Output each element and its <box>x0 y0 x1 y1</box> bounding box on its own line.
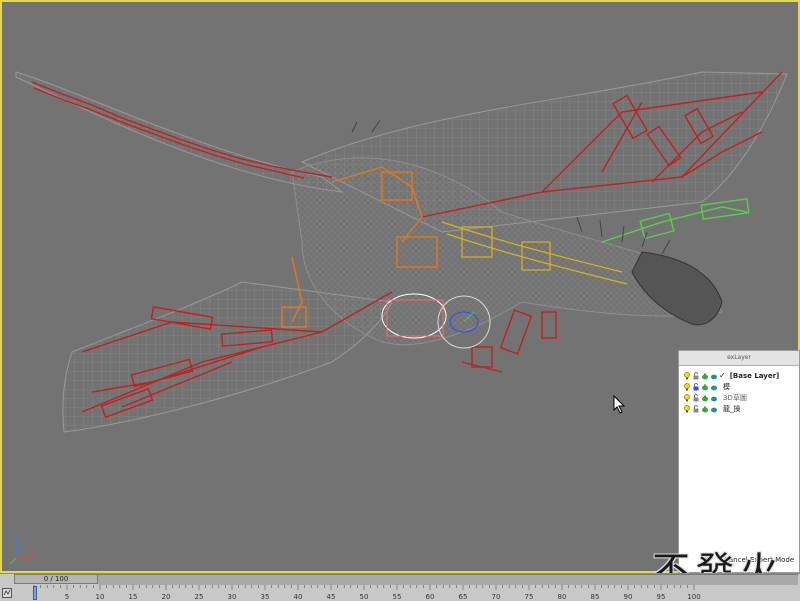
layer-name: [Base Layer] <box>729 371 780 380</box>
time-slider-thumb[interactable] <box>33 586 37 600</box>
time-slider-frame[interactable]: 0 / 100 <box>14 574 98 584</box>
time-slider-track[interactable] <box>98 574 798 585</box>
lock-icon[interactable] <box>692 371 700 380</box>
teapot-icon[interactable] <box>701 394 709 402</box>
layer-name: 模 <box>723 382 730 391</box>
track-bar-ruler[interactable]: 5 10 15 20 25 30 35 40 45 50 55 60 65 70 75 80 85 90 95 100 <box>14 585 800 601</box>
lock-icon[interactable] <box>692 382 700 391</box>
svg-text:x: x <box>30 551 34 558</box>
layer-row-sketch[interactable]: 3D草圖 <box>683 392 799 403</box>
svg-text:z: z <box>14 535 17 542</box>
teapot-icon[interactable] <box>701 372 709 380</box>
timeline-bar: 0 / 100 5 10 15 20 25 30 35 40 45 50 55 60 65 70 75 80 8… <box>0 573 800 601</box>
freeze-icon[interactable] <box>710 394 718 402</box>
lightbulb-icon[interactable] <box>683 393 691 402</box>
active-layer-check: ✓ <box>719 371 726 380</box>
layer-name: 龍_操 <box>723 404 741 413</box>
freeze-icon[interactable] <box>710 383 718 391</box>
lightbulb-icon[interactable] <box>683 382 691 391</box>
layer-name: 3D草圖 <box>723 393 747 402</box>
layer-row-model[interactable]: 模 <box>683 381 799 392</box>
layer-list: ✓ [Base Layer] 模 3D草圖 龍_操 <box>679 366 799 414</box>
lightbulb-icon[interactable] <box>683 404 691 413</box>
lightbulb-icon[interactable] <box>683 371 691 380</box>
freeze-icon[interactable] <box>710 372 718 380</box>
layer-row-base[interactable]: ✓ [Base Layer] <box>683 370 799 381</box>
lock-icon[interactable] <box>692 393 700 402</box>
teapot-icon[interactable] <box>701 405 709 413</box>
axis-tripod-icon: z x <box>9 535 34 565</box>
layer-row-dragon[interactable]: 龍_操 <box>683 403 799 414</box>
layers-panel-title: exLayer <box>679 351 799 366</box>
mini-curve-editor-icon[interactable] <box>2 588 12 598</box>
freeze-icon[interactable] <box>710 405 718 413</box>
lock-icon[interactable] <box>692 404 700 413</box>
mouse-cursor-icon <box>613 395 626 414</box>
teapot-icon[interactable] <box>701 383 709 391</box>
